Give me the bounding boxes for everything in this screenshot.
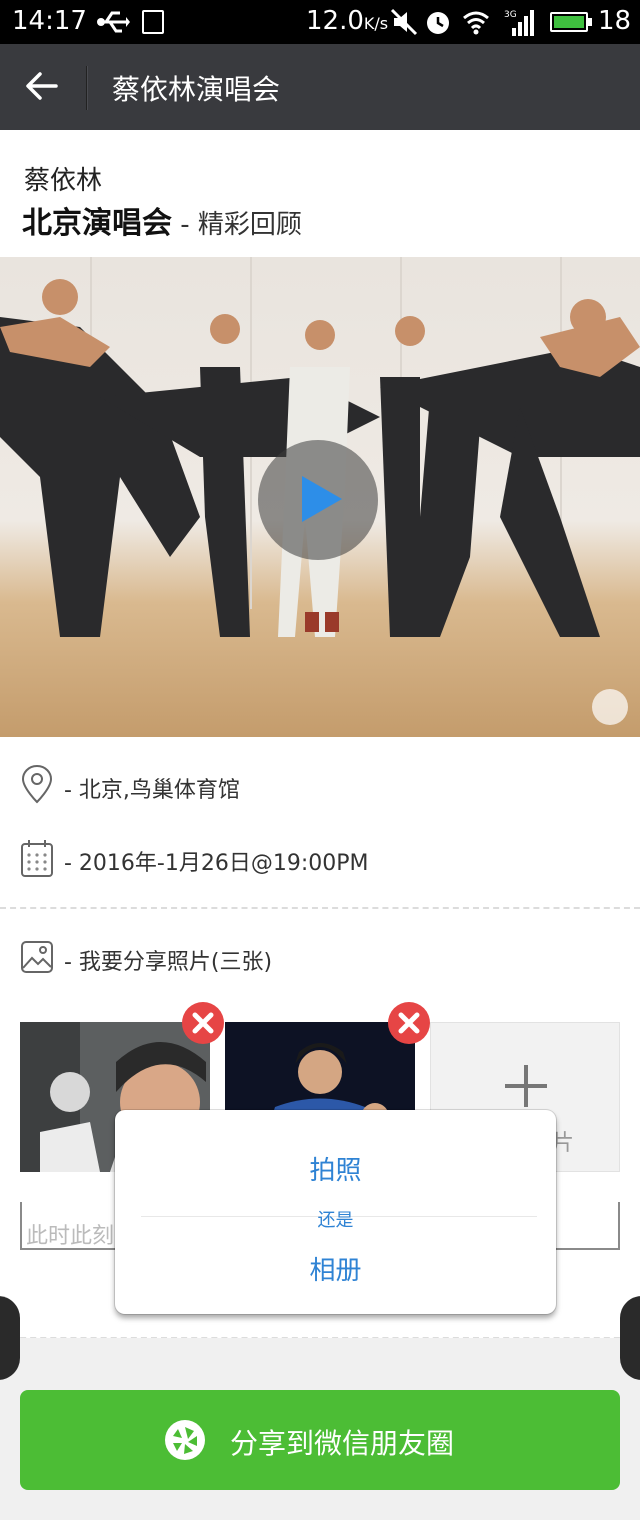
header-divider [86,66,88,110]
share-button-label: 分享到微信朋友圈 [230,1427,455,1460]
concert-subtitle: - 精彩回顾 [172,210,302,240]
side-decoration [620,1296,640,1380]
popup-or-label: 还是 [317,1210,354,1231]
network-speed: 12.0K/s [306,6,389,36]
status-time: 14:17 [12,6,87,36]
camera-shutter-icon [165,1420,205,1460]
close-icon [398,1012,420,1034]
image-icon [21,941,53,973]
event-datetime: - 2016年-1月26日@19:00PM [64,851,369,876]
section-divider [0,907,640,909]
play-button[interactable] [258,440,378,560]
remove-photo-button[interactable] [388,1002,430,1044]
plus-icon [505,1065,547,1107]
cellular-signal-icon: 3G [504,10,534,36]
usb-icon [97,11,130,33]
comment-placeholder: 此时此刻 [26,1224,115,1249]
battery-icon [550,12,592,32]
remove-photo-button[interactable] [182,1002,224,1044]
artist-name: 蔡依林 [24,166,103,196]
notification-icon [142,10,164,34]
play-icon [302,476,342,522]
event-location: - 北京,鸟巢体育馆 [64,778,240,803]
svg-text:3G: 3G [504,10,517,20]
concert-title: 北京演唱会 - 精彩回顾 [22,198,302,242]
alarm-icon [427,12,449,34]
share-moments-button[interactable]: 分享到微信朋友圈 [20,1390,620,1490]
video-player[interactable] [0,257,640,737]
status-bar: 14:17 12.0K/s 3G 18 [0,0,640,44]
side-decoration [0,1296,20,1380]
wifi-icon [463,11,489,35]
back-arrow-icon[interactable] [22,66,62,106]
take-photo-option[interactable]: 拍照 [115,1150,556,1187]
calendar-icon [21,840,53,877]
choose-from-album-option[interactable]: 相册 [115,1250,556,1287]
photo-source-popup: 拍照 还是 相册 [115,1110,556,1314]
location-pin-icon [21,764,53,804]
close-icon [192,1012,214,1034]
app-header: 蔡依林演唱会 [0,44,640,130]
share-photos-label: - 我要分享照片(三张) [64,950,273,975]
concert-name: 北京演唱会 [22,206,172,241]
battery-percent: 18 [598,6,632,36]
page-title: 蔡依林演唱会 [112,73,281,106]
mute-icon [390,8,418,36]
